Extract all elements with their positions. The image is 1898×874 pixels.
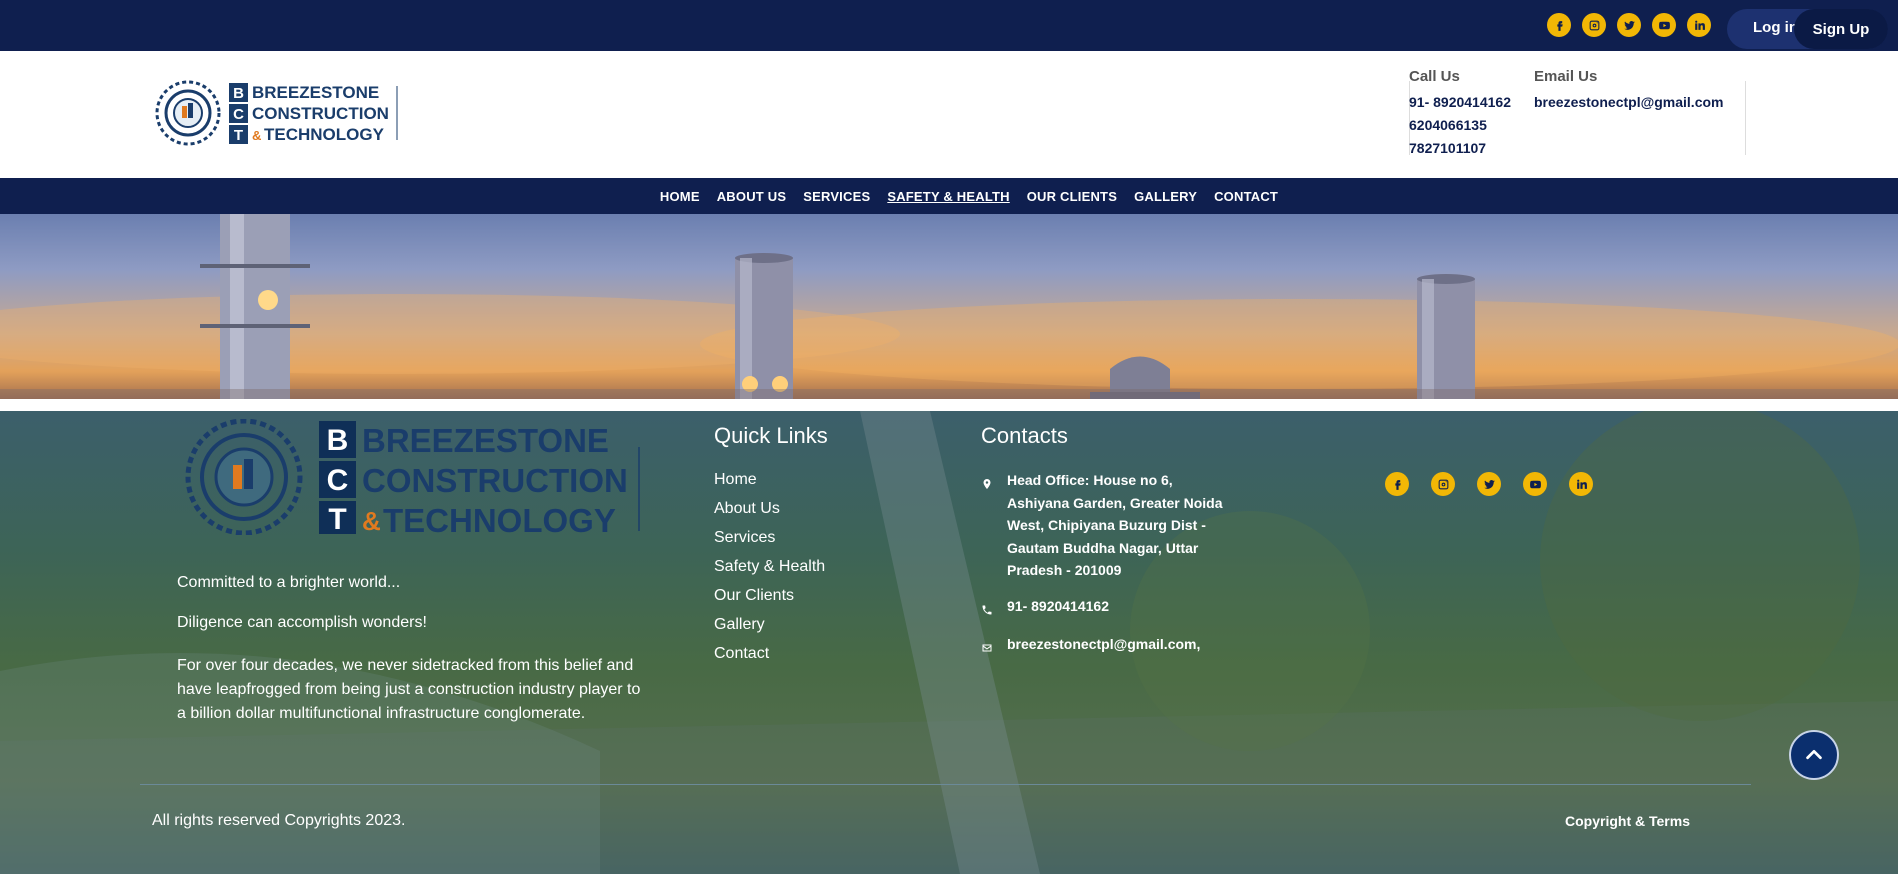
- top-bar: Log in Sign Up: [0, 0, 1898, 51]
- quick-link-home[interactable]: Home: [714, 465, 825, 494]
- top-social-icons: [1547, 13, 1711, 37]
- site-footer: B C T BREEZESTONE CONSTRUCTION & TECHNOL…: [0, 411, 1898, 874]
- industrial-plant-image: [0, 214, 1898, 399]
- header-logo-c: C: [233, 106, 244, 123]
- auth-group: Log in Sign Up: [1727, 9, 1888, 49]
- quick-link-about-us[interactable]: About Us: [714, 494, 825, 523]
- nav-services[interactable]: SERVICES: [803, 189, 870, 204]
- instagram-icon[interactable]: [1431, 472, 1455, 496]
- footer-logo-b: B: [327, 424, 349, 457]
- phone-3[interactable]: 7827101107: [1409, 137, 1511, 160]
- twitter-icon[interactable]: [1477, 472, 1501, 496]
- facebook-icon[interactable]: [1385, 472, 1409, 496]
- chevron-up-icon: [1806, 749, 1822, 760]
- footer-logo-line1: BREEZESTONE: [362, 422, 609, 459]
- footer-logo[interactable]: B C T BREEZESTONE CONSTRUCTION & TECHNOL…: [178, 418, 640, 539]
- footer-logo-amp: &: [362, 506, 381, 535]
- nav-gallery[interactable]: GALLERY: [1134, 189, 1197, 204]
- footer-about-text: For over four decades, we never sidetrac…: [177, 657, 641, 722]
- contact-divider-right: [1745, 81, 1746, 155]
- footer-logo-c: C: [327, 464, 349, 497]
- contact-address: Head Office: House no 6, Ashiyana Garden…: [981, 469, 1227, 582]
- header-logo-line3: TECHNOLOGY: [264, 125, 385, 144]
- site-header: B C T BREEZESTONE CONSTRUCTION & TECHNOL…: [0, 51, 1898, 178]
- footer-divider: [140, 784, 1751, 785]
- linkedin-icon[interactable]: [1687, 13, 1711, 37]
- contact-phone: 91- 8920414162: [981, 595, 1109, 618]
- footer-tagline-2: Diligence can accomplish wonders!: [177, 614, 427, 631]
- call-us-label: Call Us: [1409, 68, 1460, 85]
- footer-logo-line2: CONSTRUCTION: [362, 462, 628, 499]
- login-button[interactable]: Log in: [1753, 19, 1798, 36]
- phone-2[interactable]: 6204066135: [1409, 114, 1511, 137]
- youtube-icon[interactable]: [1652, 13, 1676, 37]
- footer-tagline-1: Committed to a brighter world...: [177, 574, 401, 591]
- instagram-icon[interactable]: [1582, 13, 1606, 37]
- main-nav: HOME ABOUT US SERVICES SAFETY & HEALTH O…: [0, 178, 1898, 214]
- address-text: Head Office: House no 6, Ashiyana Garden…: [1007, 472, 1223, 578]
- header-logo-b: B: [233, 85, 244, 102]
- facebook-icon[interactable]: [1547, 13, 1571, 37]
- terms-link[interactable]: Copyright & Terms: [1565, 813, 1690, 829]
- footer-logo-line3: TECHNOLOGY: [383, 502, 616, 535]
- nav-home[interactable]: HOME: [660, 189, 700, 204]
- quick-link-contact[interactable]: Contact: [714, 639, 825, 668]
- linkedin-icon[interactable]: [1569, 472, 1593, 496]
- quick-link-our-clients[interactable]: Our Clients: [714, 581, 825, 610]
- nav-safety-health[interactable]: SAFETY & HEALTH: [887, 189, 1009, 204]
- map-pin-icon: [981, 474, 993, 489]
- header-logo-t: T: [234, 127, 243, 144]
- youtube-icon[interactable]: [1523, 472, 1547, 496]
- nav-contact[interactable]: CONTACT: [1214, 189, 1278, 204]
- nav-our-clients[interactable]: OUR CLIENTS: [1027, 189, 1117, 204]
- footer-logo-t: T: [328, 503, 346, 535]
- footer-phone[interactable]: 91- 8920414162: [1007, 595, 1109, 618]
- quick-links-list: Home About Us Services Safety & Health O…: [714, 465, 825, 668]
- footer-social-icons: [1385, 472, 1593, 496]
- contacts-title: Contacts: [981, 423, 1068, 448]
- quick-links-title: Quick Links: [714, 423, 828, 448]
- quick-link-safety-health[interactable]: Safety & Health: [714, 552, 825, 581]
- copyright-text: All rights reserved Copyrights 2023.: [152, 812, 406, 829]
- phone-icon: [981, 600, 993, 615]
- quick-link-services[interactable]: Services: [714, 523, 825, 552]
- quick-link-gallery[interactable]: Gallery: [714, 610, 825, 639]
- nav-about-us[interactable]: ABOUT US: [717, 189, 787, 204]
- footer-email[interactable]: breezestonectpl@gmail.com,: [1007, 633, 1200, 656]
- email-us-label: Email Us: [1534, 68, 1598, 85]
- twitter-icon[interactable]: [1617, 13, 1641, 37]
- header-logo-line1: BREEZESTONE: [252, 83, 379, 102]
- phone-1[interactable]: 91- 8920414162: [1409, 91, 1511, 114]
- header-logo[interactable]: B C T BREEZESTONE CONSTRUCTION & TECHNOL…: [153, 80, 398, 146]
- scroll-to-top-button[interactable]: [1789, 730, 1839, 780]
- hero-banner: [0, 214, 1898, 399]
- contact-email: breezestonectpl@gmail.com,: [981, 633, 1200, 656]
- header-email[interactable]: breezestonectpl@gmail.com: [1534, 91, 1723, 114]
- envelope-icon: [981, 638, 993, 652]
- call-us: Call Us 91- 8920414162 6204066135 782710…: [1409, 68, 1511, 160]
- email-us: Email Us breezestonectpl@gmail.com: [1534, 68, 1723, 114]
- header-logo-amp: &: [252, 128, 261, 143]
- header-logo-line2: CONSTRUCTION: [252, 104, 389, 123]
- signup-button[interactable]: Sign Up: [1794, 9, 1888, 49]
